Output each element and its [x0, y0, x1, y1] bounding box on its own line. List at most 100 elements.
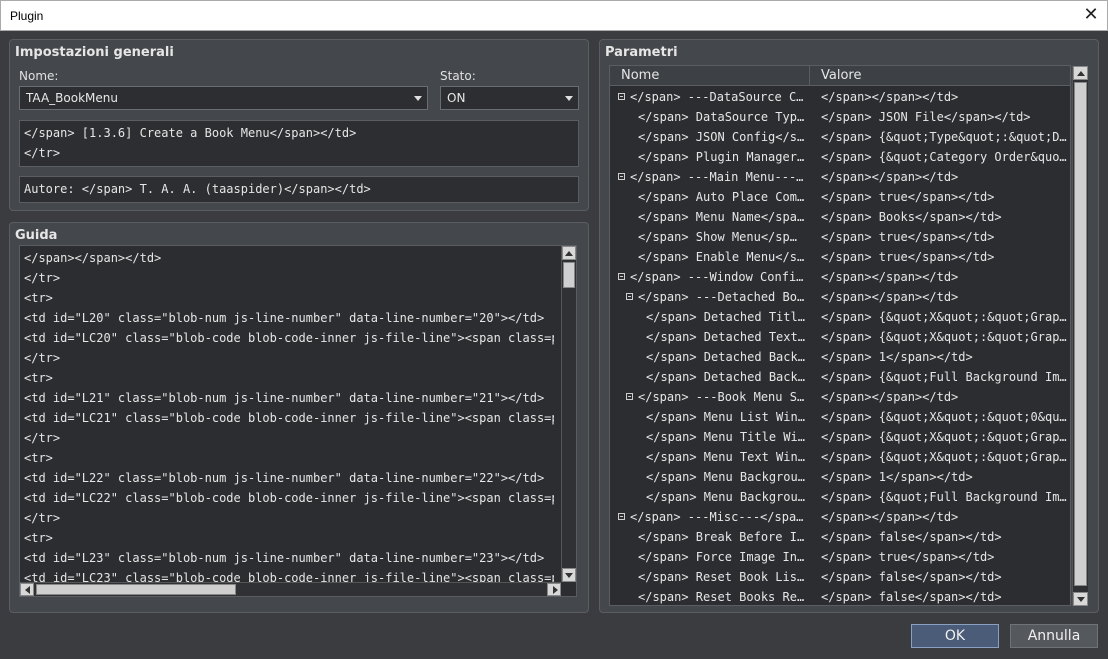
- parameter-value: </span> false</span></td>: [821, 590, 1002, 604]
- parameter-row[interactable]: </span> Menu Text Wind… </span> {&quot;X&…: [610, 447, 1070, 467]
- parameter-value: </span></span></td>: [821, 290, 959, 304]
- parameter-row[interactable]: </span> ---Main Menu---<… </span></span><…: [610, 167, 1070, 187]
- scroll-up-icon[interactable]: [562, 246, 576, 260]
- parameter-row[interactable]: </span> Detached Backg… </span> 1</span><…: [610, 347, 1070, 367]
- ok-button[interactable]: OK: [911, 624, 999, 648]
- collapse-icon[interactable]: [626, 393, 633, 400]
- guide-vertical-scrollbar[interactable]: [561, 246, 576, 582]
- guide-line: <td id="LC22" class="blob-code blob-code…: [24, 491, 554, 505]
- parameter-row[interactable]: </span> Menu Backgroun… </span> 1</span><…: [610, 467, 1070, 487]
- guide-horizontal-scrollbar[interactable]: [20, 582, 561, 596]
- name-select[interactable]: TAA_BookMenu: [19, 86, 428, 110]
- parameter-row[interactable]: </span> Menu Backgroun… </span> {&quot;Fu…: [610, 487, 1071, 507]
- parameter-name: </span> Detached Backg…: [646, 350, 808, 364]
- general-settings-title: Impostazioni generali: [15, 45, 174, 60]
- guide-line: </tr>: [24, 271, 61, 285]
- parameter-row[interactable]: </span> Show Menu</sp… </span> true</span…: [610, 227, 1070, 247]
- parameter-row[interactable]: </span> Detached Text … </span> {&quot;X&…: [610, 327, 1071, 347]
- parameter-name: </span> Detached Backg…: [646, 370, 808, 384]
- guide-horizontal-thumb[interactable]: [36, 584, 236, 595]
- parameter-name: </span> JSON Config</sp…: [638, 130, 808, 144]
- chevron-down-icon: [414, 96, 422, 101]
- guide-text-area[interactable]: </span></span></td> </tr> <tr> <td id="L20"…: [19, 245, 577, 597]
- scroll-left-icon[interactable]: [20, 583, 34, 596]
- parameter-row[interactable]: </span> Detached Backg… </span> {&quot;Fu…: [610, 367, 1071, 387]
- parameter-row[interactable]: </span> Reset Book List… </span> false</s…: [610, 567, 1070, 587]
- parameters-rows: </span> ---DataSource Co… </span></span><…: [610, 87, 1071, 605]
- parameter-name: </span> Show Menu</sp…: [638, 230, 797, 244]
- parameter-value: </span> 1</span></td>: [821, 350, 973, 364]
- parameters-table: Nome Valore </span> ---DataSource Co… </s…: [609, 65, 1071, 606]
- collapse-icon[interactable]: [618, 273, 625, 280]
- parameter-row[interactable]: </span> Auto Place Comm… </span> true</sp…: [610, 187, 1070, 207]
- parameter-row[interactable]: </span> Force Image Int… </span> true</sp…: [610, 547, 1070, 567]
- parameter-row[interactable]: </span> ---Misc---</span… </span></span><…: [610, 507, 1070, 527]
- general-settings-panel: Impostazioni generali Nome: TAA_BookMenu…: [9, 39, 589, 211]
- scroll-down-icon[interactable]: [1073, 592, 1088, 606]
- parameter-name: </span> ---Book Menu Sc…: [638, 390, 808, 404]
- parameter-name: </span> Auto Place Comm…: [638, 190, 808, 204]
- parameter-row[interactable]: </span> Menu Name</span… </span> Books</s…: [610, 207, 1070, 227]
- name-select-value: TAA_BookMenu: [26, 91, 118, 105]
- parameter-row[interactable]: </span> Reset Books Rea… </span> false</s…: [610, 587, 1070, 605]
- parameters-title: Parametri: [605, 45, 678, 60]
- parameter-value: </span> JSON File</span></td>: [821, 110, 1031, 124]
- parameter-row[interactable]: </span> ---Book Menu Sc… </span></span></…: [610, 387, 1070, 407]
- parameter-row[interactable]: </span> ---Detached Boo… </span></span></…: [610, 287, 1070, 307]
- parameter-value: </span> false</span></td>: [821, 530, 1002, 544]
- parameter-value: </span> {&quot;X&quot;:&quot;Graph…: [821, 330, 1071, 344]
- window-titlebar: Plugin ✕: [0, 0, 1108, 31]
- parameter-value: </span> true</span></td>: [821, 190, 995, 204]
- guide-line: </tr>: [24, 511, 61, 525]
- column-header-value[interactable]: Valore: [810, 66, 1070, 86]
- scroll-right-icon[interactable]: [547, 583, 561, 596]
- guide-line: <td id="LC20" class="blob-code blob-code…: [24, 331, 554, 345]
- guide-line: </tr>: [24, 431, 61, 445]
- parameter-value: </span> true</span></td>: [821, 250, 995, 264]
- parameter-row[interactable]: </span> ---DataSource Co… </span></span><…: [610, 87, 1070, 107]
- parameter-value: </span> {&quot;Full Background Ima…: [821, 370, 1071, 384]
- parameter-row[interactable]: </span> Break Before Im… </span> false</s…: [610, 527, 1070, 547]
- collapse-icon[interactable]: [618, 173, 625, 180]
- guide-line: </tr>: [24, 351, 61, 365]
- parameter-row[interactable]: </span> ---Window Config… </span></span><…: [610, 267, 1070, 287]
- chevron-down-icon: [565, 96, 573, 101]
- guide-line: <td id="L20" class="blob-num js-line-num…: [24, 311, 545, 325]
- parameter-value: </span> {&quot;X&quot;:&quot;Graph…: [821, 310, 1071, 324]
- parameter-value: </span> {&quot;Full Background Ima…: [821, 490, 1071, 504]
- collapse-icon[interactable]: [618, 93, 625, 100]
- parameter-name: </span> Break Before Im…: [638, 530, 808, 544]
- column-header-name[interactable]: Nome: [610, 66, 810, 86]
- description-box: </span> [1.3.6] Create a Book Menu</span…: [19, 120, 579, 167]
- parameter-value: </span> Books</span></td>: [821, 210, 1002, 224]
- guide-panel: Guida </span></span></td> </tr> <tr> <td id…: [9, 222, 589, 613]
- collapse-icon[interactable]: [626, 293, 633, 300]
- guide-line: </span></span></td>: [24, 251, 162, 265]
- collapse-icon[interactable]: [618, 513, 625, 520]
- guide-line: <tr>: [24, 291, 53, 305]
- parameters-vertical-thumb[interactable]: [1074, 82, 1087, 586]
- parameter-row[interactable]: </span> Detached Title… </span> {&quot;X&…: [610, 307, 1071, 327]
- parameter-value: </span></span></td>: [821, 510, 959, 524]
- parameter-name: </span> ---Window Config…: [630, 270, 808, 284]
- guide-vertical-thumb[interactable]: [563, 262, 575, 288]
- cancel-button[interactable]: Annulla: [1010, 624, 1098, 648]
- parameters-header: Nome Valore: [610, 66, 1070, 86]
- parameter-name: </span> Enable Menu</sp…: [638, 250, 808, 264]
- parameter-name: </span> Menu List Wind…: [646, 410, 808, 424]
- parameter-name: </span> ---Misc---</span…: [630, 510, 808, 524]
- parameter-row[interactable]: </span> JSON Config</sp… </span> {&quot;T…: [610, 127, 1070, 147]
- parameters-vertical-scrollbar[interactable]: [1072, 66, 1088, 606]
- scroll-up-icon[interactable]: [1073, 66, 1088, 80]
- parameter-row[interactable]: </span> Menu List Wind… </span> {&quot;X&…: [610, 407, 1070, 427]
- parameter-row[interactable]: </span> Plugin Manager … </span> {&quot;C…: [610, 147, 1070, 167]
- state-select[interactable]: ON: [440, 86, 579, 110]
- guide-lines: </span></span></td> </tr> <tr> <td id="L20"…: [24, 248, 554, 582]
- parameter-row[interactable]: </span> Menu Title Win… </span> {&quot;X&…: [610, 427, 1070, 447]
- parameter-row[interactable]: </span> DataSource Type… </span> JSON Fil…: [610, 107, 1070, 127]
- parameters-panel: Parametri Nome Valore </span> ---DataSou…: [599, 39, 1099, 613]
- scroll-down-icon[interactable]: [562, 568, 576, 582]
- parameter-row[interactable]: </span> Enable Menu</sp… </span> true</sp…: [610, 247, 1070, 267]
- close-icon[interactable]: ✕: [1083, 6, 1099, 24]
- name-label: Nome:: [19, 69, 59, 83]
